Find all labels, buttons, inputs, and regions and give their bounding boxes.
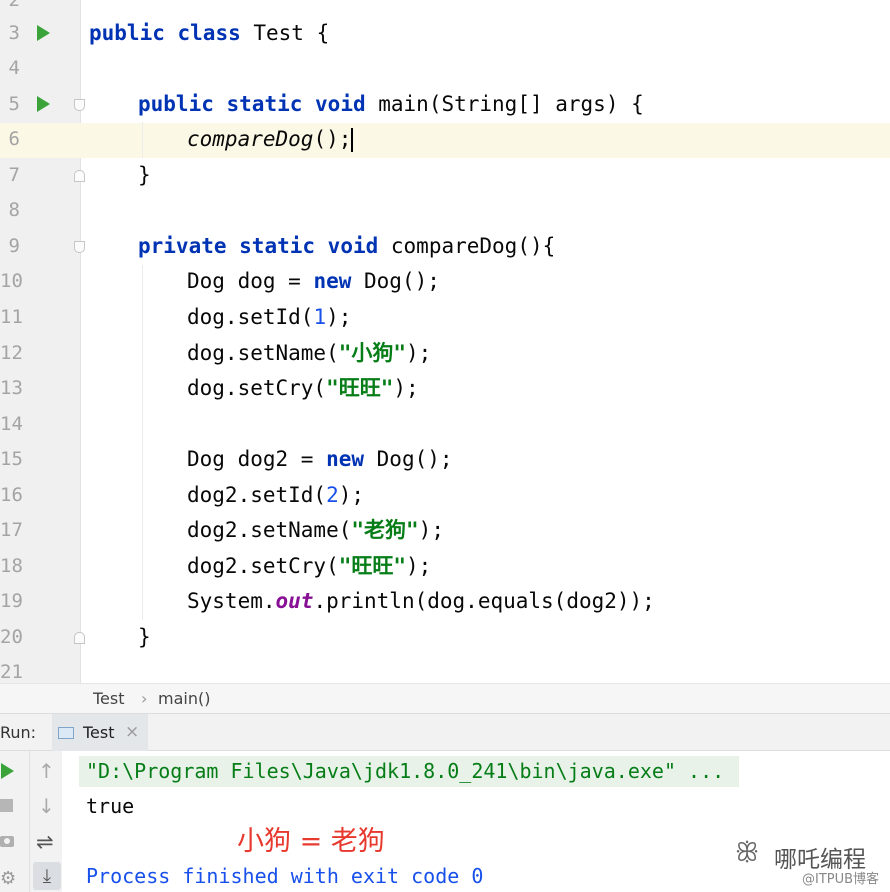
rerun-icon[interactable]	[1, 763, 14, 779]
code-line: }	[138, 625, 151, 649]
line-number: 8	[8, 199, 20, 221]
line-number: 12	[0, 342, 23, 364]
line-number: 16	[0, 484, 23, 506]
line-number: 19	[0, 590, 23, 612]
current-line-highlight	[0, 123, 890, 158]
code-line: dog2.setName("老狗");	[187, 518, 444, 542]
run-main-icon[interactable]	[37, 96, 50, 112]
line-number: 6	[8, 128, 20, 150]
fold-toggle-icon[interactable]	[74, 241, 85, 253]
line-number: 11	[0, 306, 23, 328]
soft-wrap-icon[interactable]: ⇌	[36, 830, 54, 854]
tab-label: Test	[83, 723, 115, 742]
line-number: 4	[8, 57, 20, 79]
watermark-logo-icon: ꕥ	[735, 838, 760, 868]
line-number: 18	[0, 555, 23, 577]
console-icon	[58, 727, 74, 739]
code-editor[interactable]: 2 3 public class Test { 4 5 public stati…	[0, 0, 890, 683]
run-class-icon[interactable]	[37, 25, 50, 41]
code-line: dog2.setId(2);	[187, 483, 365, 507]
arrow-up-icon[interactable]: ↑	[38, 759, 55, 783]
line-number: 10	[0, 270, 23, 292]
code-line: Dog dog = new Dog();	[187, 269, 440, 293]
line-number: 14	[0, 413, 23, 435]
toolbar-divider	[29, 751, 30, 892]
line-number: 3	[8, 22, 20, 44]
breadcrumb-method[interactable]: main()	[158, 689, 210, 708]
line-number: 20	[0, 626, 23, 648]
line-number: 21	[0, 661, 23, 683]
arrow-down-icon[interactable]: ↓	[38, 794, 55, 818]
line-number: 9	[8, 235, 20, 257]
run-label: Run:	[0, 723, 37, 742]
line-number: 5	[8, 93, 20, 115]
watermark-sub: @ITPUB博客	[802, 872, 880, 887]
code-line: }	[138, 163, 151, 187]
line-number: 7	[8, 164, 20, 186]
camera-icon[interactable]	[0, 836, 14, 847]
scroll-to-end-icon[interactable]: ⤓	[33, 862, 61, 890]
stop-icon[interactable]	[0, 799, 13, 812]
code-line: private static void compareDog(){	[138, 234, 556, 258]
line-number: 13	[0, 377, 23, 399]
process-finished-line: Process finished with exit code 0	[86, 864, 484, 888]
line-number: 17	[0, 519, 23, 541]
fold-toggle-icon[interactable]	[74, 99, 85, 111]
indent-guide	[142, 122, 143, 158]
tab-test[interactable]: Test ×	[52, 714, 148, 751]
breadcrumb: Test › main()	[0, 683, 890, 714]
code-line: dog2.setCry("旺旺");	[187, 554, 432, 578]
code-line: System.out.println(dog.equals(dog2));	[187, 589, 655, 613]
breadcrumb-separator-icon: ›	[141, 689, 148, 708]
code-line: Dog dog2 = new Dog();	[187, 447, 453, 471]
code-line: compareDog();	[187, 127, 354, 152]
code-line: dog.setName("小狗");	[187, 341, 432, 365]
breadcrumb-class[interactable]: Test	[93, 689, 125, 708]
code-line: public class Test {	[89, 21, 330, 45]
console-output[interactable]: "D:\Program Files\Java\jdk1.8.0_241\bin\…	[62, 751, 890, 892]
fold-toggle-icon[interactable]	[74, 632, 85, 644]
code-line: dog.setId(1);	[187, 305, 352, 329]
code-line: dog.setCry("旺旺");	[187, 376, 419, 400]
command-line: "D:\Program Files\Java\jdk1.8.0_241\bin\…	[79, 756, 739, 787]
settings-icon[interactable]: ⚙	[0, 868, 16, 889]
code-line: public static void main(String[] args) {	[138, 92, 644, 116]
close-icon[interactable]: ×	[125, 722, 139, 742]
run-tool-window-header: Run: Test ×	[0, 714, 890, 751]
indent-guide	[142, 265, 143, 620]
line-number: 15	[0, 448, 23, 470]
console-output-line: true	[86, 794, 135, 818]
text-caret	[351, 128, 354, 152]
fold-toggle-icon[interactable]	[74, 170, 85, 182]
annotation: 小狗 = 老狗	[237, 826, 385, 857]
